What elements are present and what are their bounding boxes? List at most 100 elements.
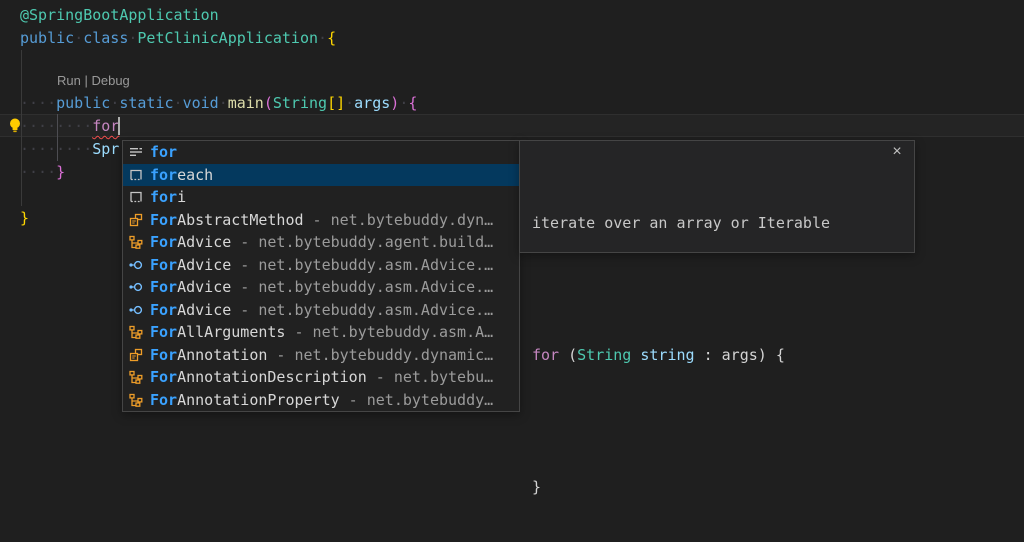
symbol-reference-icon [128,234,144,250]
codelens-run-link[interactable]: Run [57,73,81,88]
symbol-class-icon [128,212,144,228]
suggest-item[interactable]: ForAnnotation - net.bytebuddy.dynamic… [123,344,519,367]
code-token: · [318,29,327,47]
suggest-item-match: For [150,278,177,296]
code-token: args [354,94,390,112]
suggest-item[interactable]: ForAdvice - net.bytebuddy.asm.Advice.… [123,299,519,322]
code-token: · [219,94,228,112]
symbol-reference-icon [128,324,144,340]
code-line[interactable]: ········for [20,115,119,138]
code-token: @SpringBootApplication [20,6,219,24]
code-token: static [119,94,173,112]
suggest-item-selected[interactable]: foreach [123,164,519,187]
suggest-item-match: For [150,256,177,274]
docs-closing-brace: } [532,476,902,498]
suggest-item-match: for [150,166,177,184]
symbol-reference-icon [128,392,144,408]
symbol-keyword-icon [128,144,144,160]
code-token: String [273,94,327,112]
suggest-item-match: For [150,211,177,229]
suggest-item-match: for [150,143,177,161]
text-cursor [118,117,120,135]
code-line[interactable]: @SpringBootApplication [20,4,219,27]
suggest-item-label: AnnotationDescription [177,368,367,386]
suggest-docs-panel: × iterate over an array or Iterable for … [519,140,915,253]
code-token: for [532,346,559,364]
suggest-item-detail: - net.bytebuddy.asm.Advice.… [231,301,493,319]
codelens: Run | Debug [57,72,130,90]
code-token: for [92,117,119,135]
codelens-debug-link[interactable]: Debug [91,73,129,88]
suggest-item-detail: - net.bytebu… [367,368,493,386]
suggest-item-match: For [150,301,177,319]
suggest-item-label: Advice [177,256,231,274]
suggest-item-label: Annotation [177,346,267,364]
suggest-item-detail: - net.bytebuddy… [340,391,494,409]
code-line[interactable]: public·class·PetClinicApplication·{ [20,27,336,50]
code-token: · [174,94,183,112]
lightbulb-icon[interactable] [6,116,24,134]
code-editor[interactable]: @SpringBootApplicationpublic·class·PetCl… [0,0,1024,460]
code-token: : args) { [695,346,785,364]
suggest-item-label: Advice [177,233,231,251]
suggest-item-label: Advice [177,278,231,296]
code-token: ········ [20,117,92,135]
suggest-item-detail: - net.bytebuddy.asm.Advice.… [231,256,493,274]
code-token: string [640,346,694,364]
suggest-item[interactable]: ForAllArguments - net.bytebuddy.asm.A… [123,321,519,344]
code-token: ( [264,94,273,112]
suggest-item-label: each [177,166,213,184]
code-token: public [56,94,110,112]
suggest-item-match: For [150,323,177,341]
symbol-reference-icon [128,369,144,385]
code-token: · [74,29,83,47]
code-token: class [83,29,128,47]
code-line[interactable]: ····public·static·void·main(String[]·arg… [20,92,417,115]
suggest-item[interactable]: ForAnnotationProperty - net.bytebuddy… [123,389,519,412]
suggest-item-label: Advice [177,301,231,319]
suggest-item[interactable]: ForAdvice - net.bytebuddy.asm.Advice.… [123,254,519,277]
symbol-snippet-icon [128,189,144,205]
suggest-item[interactable]: for [123,141,519,164]
symbol-interface-icon [128,279,144,295]
code-token: { [408,94,417,112]
suggest-item-label: AllArguments [177,323,285,341]
symbol-snippet-icon [128,167,144,183]
suggest-item[interactable]: fori [123,186,519,209]
suggest-item-detail: - net.bytebuddy.asm.A… [285,323,493,341]
suggest-item-detail: - net.bytebuddy.dynamic… [267,346,493,364]
close-icon[interactable]: × [888,143,906,161]
docs-summary: iterate over an array or Iterable [532,212,902,234]
current-line-highlight [0,114,1024,137]
code-token: ( [559,346,577,364]
suggest-item-detail: - net.bytebuddy.asm.Advice.… [231,278,493,296]
suggest-item-detail: - net.bytebuddy.dyn… [304,211,494,229]
code-token: } [20,209,29,227]
symbol-class-icon [128,347,144,363]
suggest-item[interactable]: ForAbstractMethod - net.bytebuddy.dyn… [123,209,519,232]
code-token: ···· [20,163,56,181]
suggest-item[interactable]: ForAnnotationDescription - net.bytebu… [123,366,519,389]
code-token: · [345,94,354,112]
docs-code-line: for (String string : args) { [532,344,902,366]
code-token: PetClinicApplication [137,29,318,47]
suggest-item-match: For [150,346,177,364]
suggest-item-match: For [150,233,177,251]
suggest-item-label: i [177,188,186,206]
suggest-item-label: AnnotationProperty [177,391,340,409]
code-line[interactable]: ········Spr [20,138,119,161]
code-line[interactable]: } [20,207,29,230]
suggest-item[interactable]: ForAdvice - net.bytebuddy.agent.build… [123,231,519,254]
code-token: main [228,94,264,112]
code-token: ) [390,94,399,112]
code-token: String [577,346,631,364]
code-token: · [399,94,408,112]
code-line[interactable]: ····} [20,161,65,184]
suggest-item[interactable]: ForAdvice - net.bytebuddy.asm.Advice.… [123,276,519,299]
code-token: public [20,29,74,47]
suggest-widget: forforeachforiForAbstractMethod - net.by… [122,140,520,412]
code-token: Spr [92,140,119,158]
codelens-separator: | [81,73,92,88]
code-token: [] [327,94,345,112]
suggest-item-match: For [150,368,177,386]
